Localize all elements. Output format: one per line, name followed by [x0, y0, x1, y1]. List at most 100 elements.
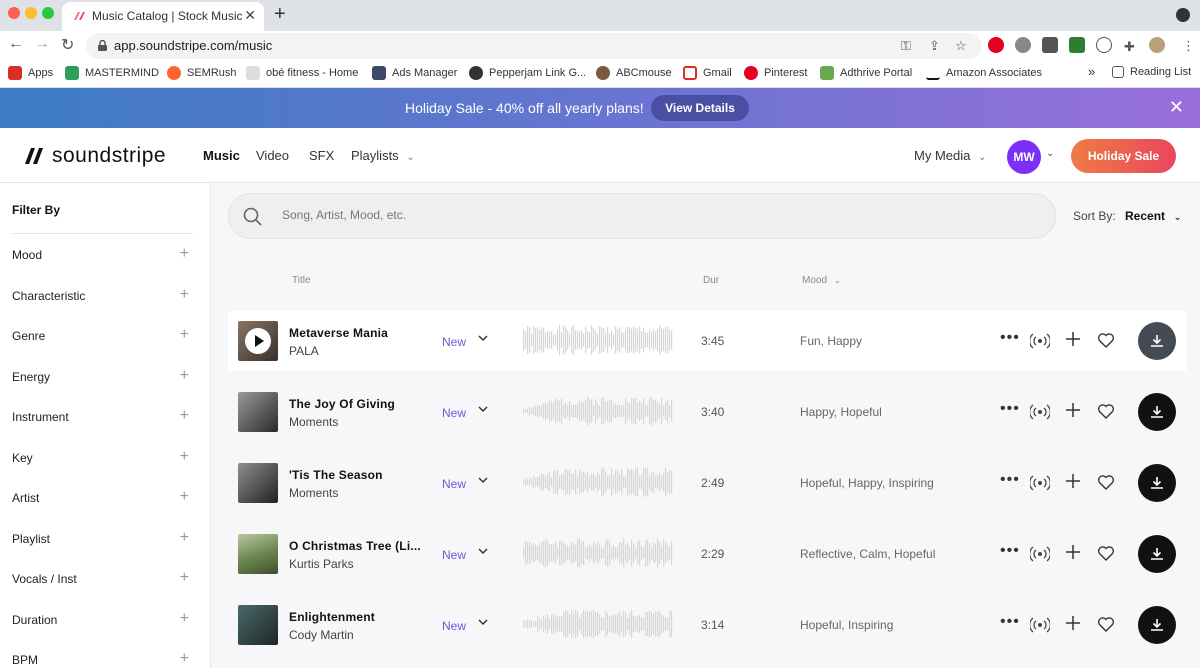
- filter-energy[interactable]: Energy +: [12, 367, 193, 387]
- bookmark-item[interactable]: Pinterest: [744, 66, 807, 80]
- share-icon[interactable]: ⇪: [929, 38, 940, 54]
- plus-icon[interactable]: +: [180, 529, 189, 547]
- plus-icon[interactable]: +: [180, 610, 189, 628]
- plus-icon[interactable]: +: [180, 407, 189, 425]
- track-row[interactable]: 'Tis The Season Moments New 2:49 Hopeful…: [228, 453, 1186, 513]
- play-button[interactable]: [245, 328, 271, 354]
- skype-extension-icon[interactable]: [1015, 37, 1031, 53]
- extension-icon-4[interactable]: [1069, 37, 1085, 53]
- chevron-down-icon[interactable]: [476, 402, 490, 416]
- bookmark-item[interactable]: Gmail: [683, 66, 732, 80]
- sort-dropdown[interactable]: Recent ⌄: [1125, 209, 1182, 223]
- add-to-playlist-icon[interactable]: [1065, 473, 1081, 489]
- minimize-window-button[interactable]: [25, 7, 37, 19]
- back-button[interactable]: ←: [8, 35, 24, 53]
- download-button[interactable]: [1138, 322, 1176, 360]
- track-artist[interactable]: Moments: [289, 486, 338, 500]
- filter-artist[interactable]: Artist +: [12, 488, 193, 508]
- more-options-icon[interactable]: •••: [1000, 614, 1020, 630]
- url-field[interactable]: app.soundstripe.com/music ⚿ ⇪ ☆: [86, 33, 982, 59]
- filter-instrument[interactable]: Instrument +: [12, 407, 193, 427]
- track-title[interactable]: Metaverse Mania: [289, 326, 421, 340]
- reload-button[interactable]: ↻: [61, 35, 74, 55]
- holiday-sale-button[interactable]: Holiday Sale: [1071, 139, 1176, 173]
- add-to-playlist-icon[interactable]: [1065, 331, 1081, 347]
- more-bookmarks-button[interactable]: »: [1088, 64, 1095, 79]
- track-title[interactable]: The Joy Of Giving: [289, 397, 421, 411]
- similar-songs-icon[interactable]: [1030, 403, 1050, 421]
- zoom-window-button[interactable]: [42, 7, 54, 19]
- similar-songs-icon[interactable]: [1030, 332, 1050, 350]
- track-thumbnail[interactable]: [238, 463, 278, 503]
- search-bar[interactable]: [228, 193, 1056, 239]
- search-input[interactable]: [282, 208, 982, 222]
- filter-genre[interactable]: Genre +: [12, 326, 193, 346]
- chevron-down-icon[interactable]: [476, 544, 490, 558]
- filter-mood[interactable]: Mood +: [12, 245, 193, 265]
- download-button[interactable]: [1138, 535, 1176, 573]
- heart-icon[interactable]: [1097, 332, 1115, 349]
- tab-close-icon[interactable]: ✕: [244, 7, 256, 24]
- plus-icon[interactable]: +: [180, 326, 189, 344]
- bookmark-star-icon[interactable]: ☆: [955, 38, 967, 54]
- waveform[interactable]: [523, 536, 673, 570]
- waveform[interactable]: [523, 323, 673, 357]
- track-artist[interactable]: Moments: [289, 415, 338, 429]
- reading-list-button[interactable]: Reading List: [1112, 66, 1191, 78]
- bookmark-item[interactable]: Pepperjam Link G...: [469, 66, 586, 80]
- key-icon[interactable]: ⚿: [901, 38, 911, 54]
- filter-bpm[interactable]: BPM +: [12, 650, 193, 668]
- download-button[interactable]: [1138, 464, 1176, 502]
- chevron-down-icon[interactable]: ⌄: [1046, 148, 1054, 159]
- column-header-mood[interactable]: Mood ⌄: [802, 275, 841, 286]
- bookmark-item[interactable]: obé fitness - Home: [246, 66, 358, 80]
- track-row[interactable]: The Joy Of Giving Moments New 3:40 Happy…: [228, 382, 1186, 442]
- nav-music[interactable]: Music: [203, 148, 240, 163]
- filter-duration[interactable]: Duration +: [12, 610, 193, 630]
- more-options-icon[interactable]: •••: [1000, 472, 1020, 488]
- track-artist[interactable]: PALA: [289, 344, 319, 358]
- heart-icon[interactable]: [1097, 474, 1115, 491]
- my-media-dropdown[interactable]: My Media ⌄: [914, 148, 986, 163]
- extension-icon-3[interactable]: [1042, 37, 1058, 53]
- plus-icon[interactable]: +: [180, 650, 189, 668]
- waveform[interactable]: [523, 465, 673, 499]
- bookmark-item[interactable]: Amazon Associates: [926, 66, 1042, 80]
- track-thumbnail[interactable]: [238, 534, 278, 574]
- close-window-button[interactable]: [8, 7, 20, 19]
- download-button[interactable]: [1138, 606, 1176, 644]
- track-thumbnail[interactable]: [238, 321, 278, 361]
- soundstripe-logo[interactable]: soundstripe: [22, 144, 166, 168]
- forward-button[interactable]: →: [34, 35, 50, 53]
- heart-icon[interactable]: [1097, 403, 1115, 420]
- filter-key[interactable]: Key +: [12, 448, 193, 468]
- track-thumbnail[interactable]: [238, 605, 278, 645]
- add-to-playlist-icon[interactable]: [1065, 615, 1081, 631]
- avatar[interactable]: MW: [1007, 140, 1041, 174]
- bookmark-item[interactable]: Adthrive Portal: [820, 66, 912, 80]
- bookmark-item[interactable]: SEMRush: [167, 66, 237, 80]
- puzzle-extensions-icon[interactable]: ✚: [1124, 39, 1135, 55]
- similar-songs-icon[interactable]: [1030, 474, 1050, 492]
- view-details-button[interactable]: View Details: [651, 95, 749, 121]
- nav-sfx[interactable]: SFX: [309, 148, 334, 163]
- plus-icon[interactable]: +: [180, 286, 189, 304]
- track-row[interactable]: O Christmas Tree (Li... Kurtis Parks New…: [228, 524, 1186, 584]
- track-row[interactable]: Enlightenment Cody Martin New 3:14 Hopef…: [228, 595, 1186, 655]
- track-thumbnail[interactable]: [238, 392, 278, 432]
- more-options-icon[interactable]: •••: [1000, 401, 1020, 417]
- bookmark-item[interactable]: Ads Manager: [372, 66, 457, 80]
- bookmark-item[interactable]: ABCmouse: [596, 66, 672, 80]
- waveform[interactable]: [523, 607, 673, 641]
- pinterest-extension-icon[interactable]: [988, 37, 1004, 53]
- plus-icon[interactable]: +: [180, 448, 189, 466]
- waveform[interactable]: [523, 394, 673, 428]
- browser-menu-icon[interactable]: ⋮: [1182, 38, 1195, 54]
- filter-vocals-inst[interactable]: Vocals / Inst +: [12, 569, 193, 589]
- nav-playlists[interactable]: Playlists ⌄: [351, 148, 415, 163]
- track-title[interactable]: Enlightenment: [289, 610, 421, 624]
- filter-characteristic[interactable]: Characteristic +: [12, 286, 193, 306]
- bookmark-item[interactable]: Apps: [8, 66, 53, 80]
- filter-playlist[interactable]: Playlist +: [12, 529, 193, 549]
- plus-icon[interactable]: +: [180, 245, 189, 263]
